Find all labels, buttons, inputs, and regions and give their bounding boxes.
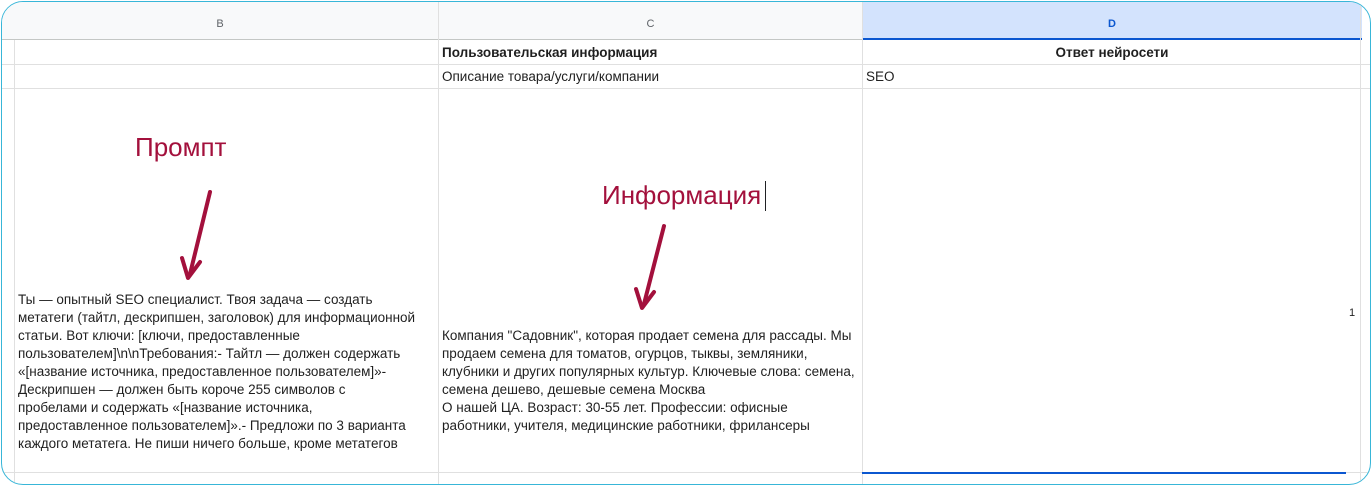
column-divider — [438, 2, 439, 484]
column-divider — [1360, 2, 1361, 484]
selected-cell-border — [862, 472, 1346, 474]
column-header-c[interactable]: C — [439, 2, 862, 40]
cell-c-info[interactable]: Компания "Садовник", которая продает сем… — [442, 327, 858, 435]
annotation-prompt: Промпт — [135, 132, 227, 162]
cell-d-type[interactable]: SEO — [866, 68, 1346, 86]
column-header-d[interactable]: D — [862, 2, 1362, 40]
arrow-down-icon — [634, 224, 666, 310]
text-caret — [765, 181, 766, 211]
row-gutter-line — [14, 40, 15, 484]
cell-c-header[interactable]: Пользовательская информация — [442, 44, 858, 62]
row-divider — [2, 88, 1370, 89]
row-divider — [2, 64, 1370, 65]
annotation-info: Информация — [602, 180, 762, 210]
cell-b-prompt[interactable]: Ты — опытный SEO специалист. Твоя задача… — [18, 291, 416, 453]
blurred-response-text — [868, 92, 1348, 472]
column-header-b[interactable]: B — [2, 2, 438, 40]
cell-c-type[interactable]: Описание товара/услуги/компании — [442, 68, 858, 86]
cell-d-header[interactable]: Ответ нейросети — [864, 44, 1360, 62]
spreadsheet-frame: B C D Пользовательская информация Ответ … — [1, 1, 1371, 485]
side-marker: 1 — [1349, 307, 1356, 319]
column-divider — [862, 2, 863, 484]
